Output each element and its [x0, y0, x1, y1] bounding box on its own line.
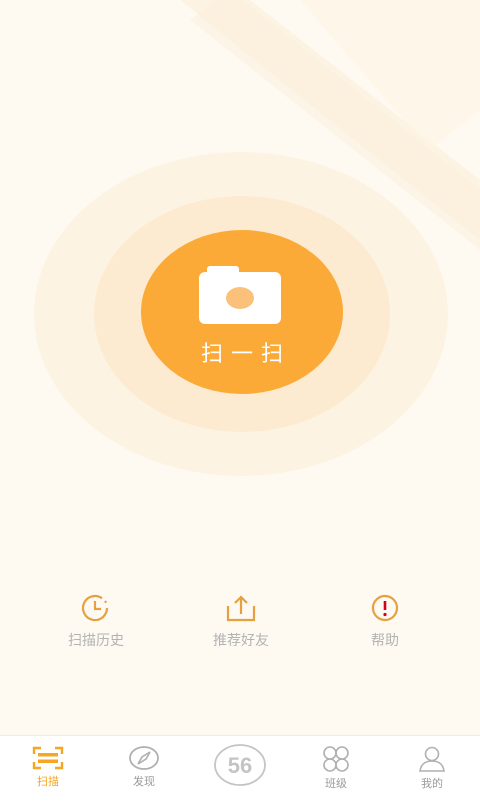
tab-class-label: 班级: [325, 777, 347, 790]
bottom-tab-bar: 扫描 发现 56 班级 我的: [0, 735, 480, 801]
quick-actions: 扫描历史 推荐好友 帮助: [0, 590, 480, 660]
user-profile-icon: [419, 746, 445, 772]
recommend-friend-button[interactable]: 推荐好友: [181, 590, 301, 660]
compass-icon: [129, 746, 159, 770]
scan-icon: [32, 746, 64, 770]
56-logo-icon: 56: [214, 744, 266, 786]
scan-history-button[interactable]: 扫描历史: [36, 590, 156, 660]
scan-button[interactable]: 扫一扫: [141, 230, 343, 394]
tab-class[interactable]: 班级: [288, 736, 384, 801]
scan-history-label: 扫描历史: [68, 633, 124, 649]
recommend-friend-label: 推荐好友: [213, 633, 269, 649]
scan-label: 扫一扫: [200, 342, 291, 367]
tab-mine[interactable]: 我的: [384, 736, 480, 801]
help-exclamation-icon: [371, 594, 399, 622]
tab-scan-label: 扫描: [37, 775, 59, 788]
56-logo-text: 56: [228, 753, 252, 778]
share-upload-icon: [226, 595, 256, 622]
camera-icon: [199, 266, 281, 324]
tab-discover[interactable]: 发现: [96, 736, 192, 801]
help-label: 帮助: [371, 633, 399, 649]
tab-scan[interactable]: 扫描: [0, 736, 96, 801]
history-clock-icon: [81, 594, 109, 622]
help-button[interactable]: 帮助: [325, 590, 445, 660]
tab-discover-label: 发现: [133, 775, 155, 788]
tab-56-logo[interactable]: 56: [192, 736, 288, 801]
tab-mine-label: 我的: [421, 777, 443, 790]
four-petal-grid-icon: [323, 746, 349, 772]
